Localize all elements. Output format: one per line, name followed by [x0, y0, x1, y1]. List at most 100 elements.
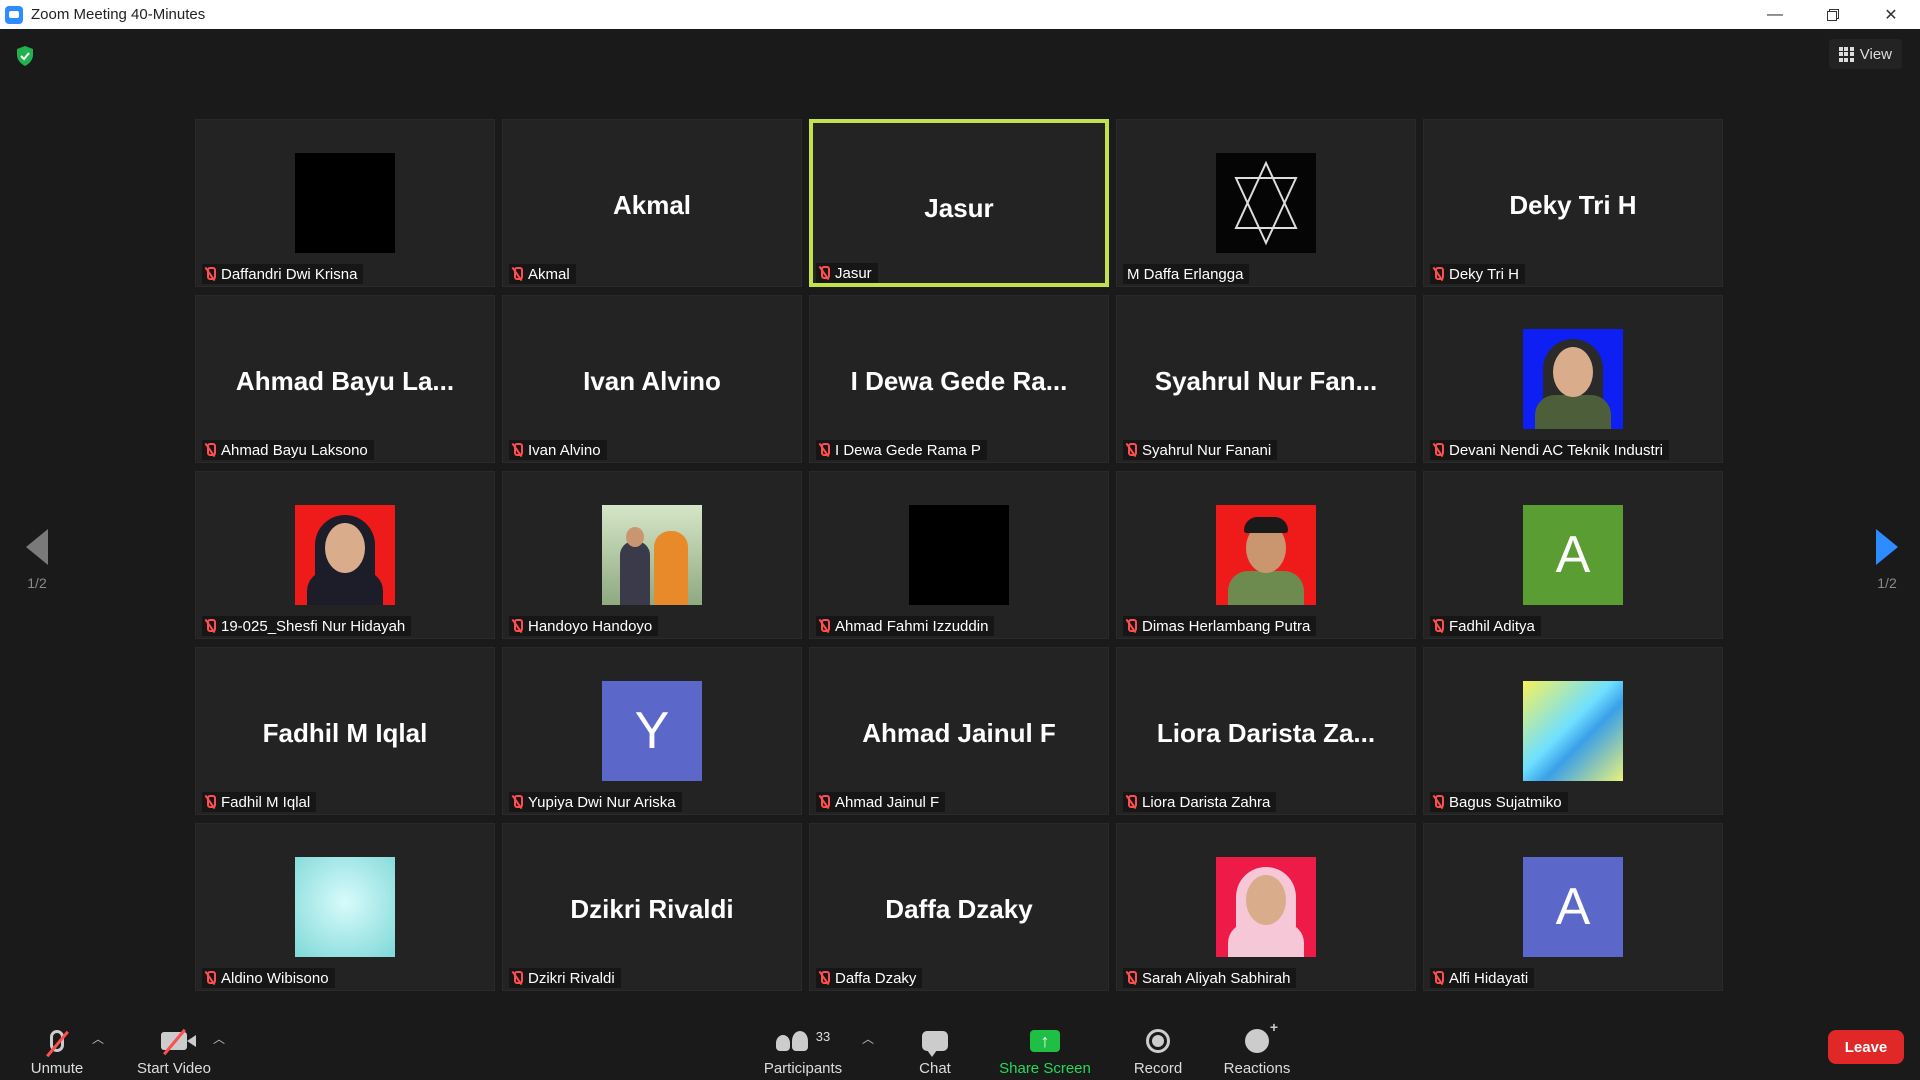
- view-label: View: [1859, 45, 1892, 63]
- participant-tile[interactable]: A Fadhil Aditya: [1423, 471, 1723, 639]
- mic-muted-icon: [818, 795, 830, 809]
- participant-tile[interactable]: M Daffa Erlangga: [1116, 119, 1416, 287]
- leave-button[interactable]: Leave: [1828, 1030, 1904, 1064]
- participant-tile[interactable]: Ahmad Bayu La... Ahmad Bayu Laksono: [195, 295, 495, 463]
- participant-tile[interactable]: Dzikri Rivaldi Dzikri Rivaldi: [502, 823, 802, 991]
- reactions-button[interactable]: Reactions: [1220, 1016, 1294, 1080]
- participant-tile[interactable]: Deky Tri H Deky Tri H: [1423, 119, 1723, 287]
- participant-avatar: [295, 857, 395, 957]
- participant-name: Daffandri Dwi Krisna: [221, 265, 358, 283]
- participant-name: Akmal: [528, 265, 570, 283]
- record-button[interactable]: Record: [1125, 1016, 1191, 1080]
- mic-muted-icon: [204, 267, 216, 281]
- participant-name-label: Ahmad Bayu Laksono: [202, 440, 374, 460]
- encryption-shield-icon[interactable]: [16, 46, 34, 66]
- video-options-caret-icon[interactable]: ︿: [213, 1030, 225, 1047]
- close-icon[interactable]: ✕: [1862, 0, 1920, 29]
- participant-avatar: Y: [602, 681, 702, 781]
- participant-name-label: Jasur: [816, 263, 878, 283]
- participant-display-name: Ivan Alvino: [583, 366, 721, 396]
- video-off-icon: [161, 1032, 196, 1050]
- participant-tile[interactable]: Daffandri Dwi Krisna: [195, 119, 495, 287]
- participant-tile[interactable]: Akmal Akmal: [502, 119, 802, 287]
- participants-button[interactable]: 33 Participants: [758, 1016, 848, 1080]
- participant-tile[interactable]: Daffa Dzaky Daffa Dzaky: [809, 823, 1109, 991]
- participant-tile[interactable]: Ivan Alvino Ivan Alvino: [502, 295, 802, 463]
- participant-name-label: 19-025_Shesfi Nur Hidayah: [202, 616, 412, 636]
- mic-muted-icon: [1125, 795, 1137, 809]
- participant-name: Yupiya Dwi Nur Ariska: [528, 793, 676, 811]
- participants-label: Participants: [763, 1060, 843, 1077]
- participant-avatar: [1523, 329, 1623, 429]
- participant-name: Bagus Sujatmiko: [1449, 793, 1562, 811]
- participant-tile[interactable]: 19-025_Shesfi Nur Hidayah: [195, 471, 495, 639]
- participant-tile[interactable]: Syahrul Nur Fan... Syahrul Nur Fanani: [1116, 295, 1416, 463]
- participant-name-label: M Daffa Erlangga: [1123, 264, 1250, 284]
- participant-name-label: Fadhil Aditya: [1430, 616, 1541, 636]
- participant-display-name: Daffa Dzaky: [885, 894, 1033, 924]
- participant-name: Devani Nendi AC Teknik Industri: [1449, 441, 1663, 459]
- participant-tile[interactable]: I Dewa Gede Ra... I Dewa Gede Rama P: [809, 295, 1109, 463]
- audio-options-caret-icon[interactable]: ︿: [92, 1030, 104, 1047]
- participant-name: M Daffa Erlangga: [1127, 265, 1244, 283]
- participant-avatar: [1216, 505, 1316, 605]
- share-screen-label: Share Screen: [999, 1060, 1091, 1077]
- start-video-button[interactable]: Start Video: [130, 1016, 218, 1080]
- participant-name-label: Daffa Dzaky: [816, 968, 923, 988]
- participant-name: Dzikri Rivaldi: [528, 969, 615, 987]
- previous-page-button[interactable]: 1/2: [17, 529, 57, 591]
- participant-tile[interactable]: Fadhil M Iqlal Fadhil M Iqlal: [195, 647, 495, 815]
- zoom-app-icon: [5, 5, 23, 24]
- reactions-smiley-icon: [1245, 1019, 1278, 1053]
- participant-display-name: Jasur: [924, 193, 994, 223]
- mic-muted-icon: [1125, 443, 1137, 457]
- participant-tile[interactable]: Y Yupiya Dwi Nur Ariska: [502, 647, 802, 815]
- mic-muted-icon: [511, 267, 523, 281]
- view-button[interactable]: View: [1828, 39, 1902, 69]
- participant-name: Jasur: [835, 264, 872, 282]
- share-screen-icon: ↑: [1030, 1030, 1060, 1052]
- participant-tile[interactable]: Jasur Jasur: [809, 119, 1109, 287]
- participant-tile[interactable]: Sarah Aliyah Sabhirah: [1116, 823, 1416, 991]
- unmute-button[interactable]: Unmute: [24, 1016, 90, 1080]
- participant-name: Dimas Herlambang Putra: [1142, 617, 1311, 635]
- participant-tile[interactable]: Handoyo Handoyo: [502, 471, 802, 639]
- participants-count: 33: [815, 1028, 831, 1044]
- next-page-button[interactable]: 1/2: [1867, 529, 1907, 591]
- mic-muted-icon: [204, 795, 216, 809]
- minimize-icon[interactable]: —: [1746, 0, 1804, 29]
- restore-icon[interactable]: [1804, 0, 1862, 29]
- participant-tile[interactable]: Ahmad Jainul F Ahmad Jainul F: [809, 647, 1109, 815]
- participant-tile[interactable]: Liora Darista Za... Liora Darista Zahra: [1116, 647, 1416, 815]
- chat-button[interactable]: Chat: [905, 1016, 965, 1080]
- meeting-area: View 1/2 1/2 Daffandri Dwi Krisna Akmal Ak…: [0, 29, 1920, 1016]
- participant-tile[interactable]: Dimas Herlambang Putra: [1116, 471, 1416, 639]
- mic-muted-icon: [1432, 795, 1444, 809]
- mic-muted-icon: [511, 619, 523, 633]
- participant-name: Deky Tri H: [1449, 265, 1520, 283]
- participant-display-name: Ahmad Bayu La...: [235, 366, 455, 396]
- mic-muted-icon: [511, 795, 523, 809]
- unmute-label: Unmute: [30, 1060, 84, 1077]
- participant-avatar: [1216, 857, 1316, 957]
- participant-tile[interactable]: A Alfi Hidayati: [1423, 823, 1723, 991]
- share-screen-button[interactable]: ↑ Share Screen: [995, 1016, 1095, 1080]
- participant-tile[interactable]: Aldino Wibisono: [195, 823, 495, 991]
- mic-muted-icon: [818, 443, 830, 457]
- page-indicator-left: 1/2: [27, 575, 47, 591]
- participant-tile[interactable]: Devani Nendi AC Teknik Industri: [1423, 295, 1723, 463]
- meeting-toolbar: Unmute ︿ Start Video ︿ 33 Participants ︿…: [0, 1016, 1920, 1080]
- participant-name: Handoyo Handoyo: [528, 617, 653, 635]
- participant-name-label: Ahmad Fahmi Izzuddin: [816, 616, 995, 636]
- participant-avatar: [1216, 153, 1316, 253]
- mic-muted-icon: [1432, 619, 1444, 633]
- participant-name-label: Ivan Alvino: [509, 440, 607, 460]
- participant-name-label: Liora Darista Zahra: [1123, 792, 1277, 812]
- participant-tile[interactable]: Ahmad Fahmi Izzuddin: [809, 471, 1109, 639]
- participant-display-name: Liora Darista Za...: [1156, 718, 1376, 748]
- participant-name-label: Daffandri Dwi Krisna: [202, 264, 364, 284]
- participants-options-caret-icon[interactable]: ︿: [862, 1030, 874, 1047]
- participant-tile[interactable]: Bagus Sujatmiko: [1423, 647, 1723, 815]
- participant-name: Ivan Alvino: [528, 441, 601, 459]
- participant-name-label: I Dewa Gede Rama P: [816, 440, 987, 460]
